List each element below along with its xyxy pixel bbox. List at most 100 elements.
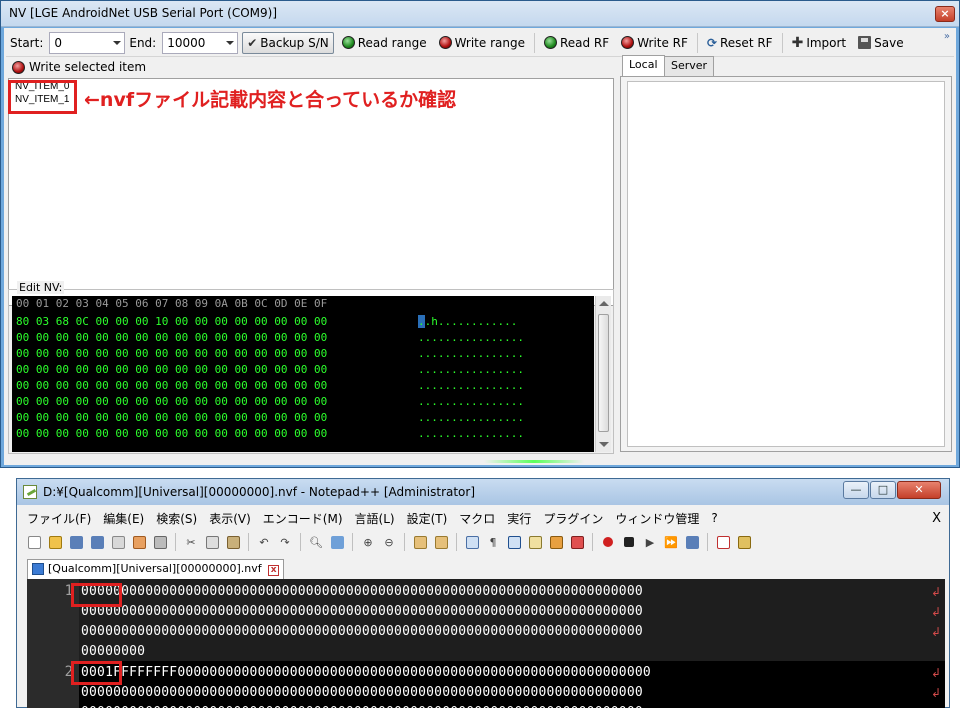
ascii-row[interactable]: ................: [418, 410, 524, 426]
menu-help[interactable]: ?: [711, 511, 717, 525]
function-list-icon[interactable]: [568, 533, 586, 551]
stop-macro-icon[interactable]: [620, 533, 638, 551]
save-macro-icon[interactable]: [683, 533, 701, 551]
spellcheck-icon[interactable]: [714, 533, 732, 551]
code-line[interactable]: 0001FFFFFFFF0000000000000000000000000000…: [81, 662, 651, 684]
ascii-row[interactable]: ................: [418, 426, 524, 442]
close-button[interactable]: ✕: [897, 481, 941, 499]
find-icon[interactable]: 🔍︎: [307, 533, 325, 551]
ascii-row[interactable]: ................: [418, 346, 524, 362]
menu-file[interactable]: ファイル(F): [27, 510, 91, 527]
replace-icon[interactable]: [328, 533, 346, 551]
hex-row[interactable]: 00 00 00 00 00 00 00 00 00 00 00 00 00 0…: [16, 426, 327, 442]
new-file-icon[interactable]: [25, 533, 43, 551]
menu-language[interactable]: 言語(L): [355, 510, 395, 527]
maximize-button[interactable]: □: [870, 481, 896, 499]
paste-icon[interactable]: [224, 533, 242, 551]
code-line[interactable]: 0000000000000000000000000000000000000000…: [81, 682, 643, 704]
code-line[interactable]: 0000000000000000000000000000000000000000…: [81, 702, 643, 708]
code-line[interactable]: 0000000000000000000000000000000000000000…: [81, 581, 643, 603]
menu-view[interactable]: 表示(V): [209, 510, 251, 527]
menu-macro[interactable]: マクロ: [459, 510, 495, 527]
zoom-out-icon[interactable]: ⊖: [380, 533, 398, 551]
document-tab[interactable]: [Qualcomm][Universal][00000000].nvf x: [27, 559, 285, 579]
play-macro-icon[interactable]: ▶: [641, 533, 659, 551]
close-button[interactable]: ×: [935, 6, 955, 22]
start-combobox[interactable]: 0: [49, 31, 126, 54]
close-document-button[interactable]: X: [932, 511, 941, 526]
indent-guide-icon[interactable]: [505, 533, 523, 551]
hex-editor[interactable]: 80 03 68 0C 00 00 00 10 00 00 00 00 00 0…: [12, 312, 594, 452]
menu-run[interactable]: 実行: [507, 510, 531, 527]
end-combobox[interactable]: 10000: [162, 31, 239, 54]
hex-row[interactable]: 00 00 00 00 00 00 00 00 00 00 00 00 00 0…: [16, 330, 327, 346]
dropdown-arrow-icon[interactable]: [113, 40, 122, 45]
menu-search[interactable]: 検索(S): [156, 510, 197, 527]
hex-row[interactable]: 00 00 00 00 00 00 00 00 00 00 00 00 00 0…: [16, 346, 327, 362]
npp-title-bar[interactable]: D:¥[Qualcomm][Universal][00000000].nvf -…: [17, 479, 949, 505]
ascii-row[interactable]: ................: [418, 362, 524, 378]
import-button[interactable]: ✚ Import: [788, 32, 851, 54]
udl-icon[interactable]: [526, 533, 544, 551]
nv-title-bar[interactable]: NV [LGE AndroidNet USB Serial Port (COM9…: [1, 1, 959, 27]
menu-plugins[interactable]: プラグイン: [543, 510, 603, 527]
record-macro-icon[interactable]: [599, 533, 617, 551]
nv-item-list[interactable]: NV_ITEM_0 NV_ITEM_1: [8, 78, 614, 306]
text-editor[interactable]: 1 2 000000000000000000000000000000000000…: [27, 579, 945, 708]
read-range-button[interactable]: Read range: [338, 32, 431, 54]
hex-row[interactable]: 00 00 00 00 00 00 00 00 00 00 00 00 00 0…: [16, 362, 327, 378]
code-line[interactable]: 0000000000000000000000000000000000000000…: [81, 621, 643, 643]
sync-horizontal-icon[interactable]: [432, 533, 450, 551]
code-line[interactable]: 0000000000000000000000000000000000000000…: [81, 601, 643, 623]
save-all-icon[interactable]: [88, 533, 106, 551]
write-rf-button[interactable]: Write RF: [617, 32, 692, 54]
toolbar-overflow-icon[interactable]: »: [944, 31, 950, 42]
local-file-list[interactable]: [627, 81, 945, 447]
reset-rf-button[interactable]: ⟳ Reset RF: [703, 32, 777, 54]
hex-row[interactable]: 00 00 00 00 00 00 00 00 00 00 00 00 00 0…: [16, 410, 327, 426]
tab-local[interactable]: Local: [622, 55, 665, 77]
plugin-icon[interactable]: [735, 533, 753, 551]
hex-row[interactable]: 00 00 00 00 00 00 00 00 00 00 00 00 00 0…: [16, 394, 327, 410]
print-icon[interactable]: [151, 533, 169, 551]
npp-toolbar: ✂ ↶ ↷ 🔍︎ ⊕ ⊖ ¶ ▶ ⏩: [17, 529, 949, 555]
copy-icon[interactable]: [203, 533, 221, 551]
vertical-scrollbar[interactable]: [595, 296, 611, 452]
scroll-thumb[interactable]: [598, 314, 609, 432]
zoom-in-icon[interactable]: ⊕: [359, 533, 377, 551]
redo-icon[interactable]: ↷: [276, 533, 294, 551]
menu-window[interactable]: ウィンドウ管理: [615, 510, 699, 527]
show-all-chars-icon[interactable]: ¶: [484, 533, 502, 551]
menu-edit[interactable]: 編集(E): [103, 510, 144, 527]
backup-sn-button[interactable]: ✔ Backup S/N: [242, 31, 334, 54]
hex-row[interactable]: 00 00 00 00 00 00 00 00 00 00 00 00 00 0…: [16, 378, 327, 394]
sync-vertical-icon[interactable]: [411, 533, 429, 551]
dropdown-arrow-icon[interactable]: [226, 40, 235, 45]
cut-icon[interactable]: ✂: [182, 533, 200, 551]
ascii-row[interactable]: ................: [418, 330, 524, 346]
tab-close-icon[interactable]: x: [268, 565, 280, 576]
write-range-button[interactable]: Write range: [435, 32, 529, 54]
open-file-icon[interactable]: [46, 533, 64, 551]
play-multiple-icon[interactable]: ⏩: [662, 533, 680, 551]
doc-map-icon[interactable]: [547, 533, 565, 551]
menu-settings[interactable]: 設定(T): [407, 510, 448, 527]
close-file-icon[interactable]: [109, 533, 127, 551]
tab-server[interactable]: Server: [664, 56, 715, 76]
code-line[interactable]: 00000000: [81, 641, 145, 663]
scroll-down-icon[interactable]: [599, 442, 609, 447]
save-button[interactable]: Save: [854, 32, 907, 54]
scroll-up-icon[interactable]: [599, 301, 609, 306]
word-wrap-icon[interactable]: [463, 533, 481, 551]
minimize-button[interactable]: —: [843, 481, 869, 499]
undo-icon[interactable]: ↶: [255, 533, 273, 551]
menu-encoding[interactable]: エンコード(M): [263, 510, 343, 527]
ascii-row[interactable]: ..h............: [418, 314, 517, 330]
close-all-icon[interactable]: [130, 533, 148, 551]
ascii-row[interactable]: ................: [418, 394, 524, 410]
read-rf-button[interactable]: Read RF: [540, 32, 613, 54]
write-selected-item-button[interactable]: Write selected item: [12, 60, 146, 74]
ascii-row[interactable]: ................: [418, 378, 524, 394]
save-icon[interactable]: [67, 533, 85, 551]
hex-row[interactable]: 80 03 68 0C 00 00 00 10 00 00 00 00 00 0…: [16, 314, 327, 330]
